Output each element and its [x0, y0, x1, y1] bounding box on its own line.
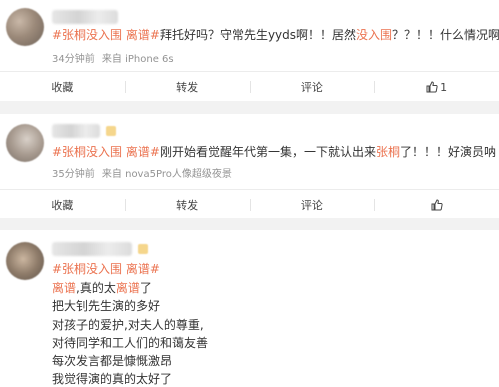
- hashtag-link[interactable]: #张桐没入围 离谱#: [52, 28, 160, 42]
- repost-label: 转发: [176, 81, 199, 94]
- repost-button[interactable]: 转发: [124, 72, 250, 102]
- favorite-button[interactable]: 收藏: [0, 72, 125, 102]
- post-text-line: 每次发言都是慷慨激昂: [52, 354, 173, 368]
- post-text-line: 对待同学和工人们的和蔼友善: [52, 336, 209, 350]
- avatar[interactable]: [6, 124, 44, 162]
- vip-badge-icon: [138, 244, 148, 254]
- post-text-part: ？？！！什么情况啊？？: [392, 28, 499, 42]
- like-button[interactable]: 1: [374, 72, 499, 102]
- post-text: #张桐没入围 离谱#: [52, 260, 491, 278]
- username-blurred[interactable]: [52, 242, 132, 256]
- like-button[interactable]: [374, 190, 499, 220]
- post-time: 34分钟前: [52, 54, 95, 65]
- comment-button[interactable]: 评论: [249, 190, 375, 220]
- post-meta: 35分钟前 来自 nova5Pro人像超级夜景: [52, 165, 236, 180]
- post-text-line: 把大钊先生演的多好: [52, 299, 161, 313]
- favorite-label: 收藏: [51, 199, 74, 212]
- thumbs-up-icon: [431, 199, 443, 211]
- post-text-line: 对孩子的爱护,对夫人的尊重,: [52, 318, 204, 332]
- repost-label: 转发: [176, 199, 199, 212]
- avatar[interactable]: [6, 8, 44, 46]
- like-count: 1: [440, 80, 448, 94]
- keyword-highlight[interactable]: 张桐: [376, 145, 400, 159]
- post-text: #张桐没入围 离谱#拜托好吗？守常先生yyds啊！！居然没入围？？！！什么情况啊…: [52, 26, 499, 44]
- post-source: 来自 iPhone 6s: [101, 54, 174, 65]
- repost-button[interactable]: 转发: [124, 190, 250, 220]
- comment-button[interactable]: 评论: [249, 72, 375, 102]
- post-text-line: 我觉得演的真的太好了: [52, 372, 173, 386]
- post-text-part: 了！！！好演员呐: [399, 145, 496, 159]
- post-source: 来自 nova5Pro人像超级夜景: [101, 169, 232, 180]
- post-text: #张桐没入围 离谱#刚开始看觉醒年代第一集，一下就认出来张桐了！！！好演员呐: [52, 143, 496, 161]
- favorite-button[interactable]: 收藏: [0, 190, 125, 220]
- post-text-part: 刚开始看觉醒年代第一集，一下就认出来: [159, 145, 376, 159]
- hashtag-link[interactable]: #张桐没入围 离谱#: [52, 145, 160, 159]
- post-text-part: 了: [139, 281, 152, 295]
- weibo-feed: #张桐没入围 离谱#拜托好吗？守常先生yyds啊！！居然没入围？？！！什么情况啊…: [0, 0, 499, 387]
- like-group: 1: [426, 81, 447, 94]
- post-text-part: 拜托好吗？守常先生yyds啊！！居然: [159, 28, 357, 42]
- keyword-highlight[interactable]: 没入围: [356, 28, 392, 42]
- post-text-part: ,真的太: [76, 281, 116, 295]
- comment-label: 评论: [300, 199, 323, 212]
- vip-badge-icon: [106, 126, 116, 136]
- post-card: #张桐没入围 离谱#刚开始看觉醒年代第一集，一下就认出来张桐了！！！好演员呐 3…: [0, 114, 499, 218]
- thumbs-up-icon: [426, 81, 438, 93]
- username-blurred[interactable]: [52, 10, 118, 24]
- post-meta: 34分钟前 来自 iPhone 6s: [52, 50, 178, 65]
- action-bar: 收藏 转发 评论 1: [0, 72, 499, 102]
- hashtag-link[interactable]: #张桐没入围 离谱#: [52, 262, 160, 276]
- keyword-highlight[interactable]: 离谱: [116, 281, 140, 295]
- comment-label: 评论: [300, 81, 323, 94]
- action-bar: 收藏 转发 评论: [0, 190, 499, 220]
- avatar[interactable]: [6, 242, 44, 280]
- post-text-line: 离谱,真的太离谱了: [52, 279, 152, 296]
- favorite-label: 收藏: [51, 81, 74, 94]
- post-card: #张桐没入围 离谱# 离谱,真的太离谱了 把大钊先生演的多好 对孩子的爱护,对夫…: [0, 230, 499, 387]
- keyword-highlight[interactable]: 离谱: [52, 281, 76, 295]
- username-blurred[interactable]: [52, 124, 100, 138]
- post-time: 35分钟前: [52, 169, 95, 180]
- post-card: #张桐没入围 离谱#拜托好吗？守常先生yyds啊！！居然没入围？？！！什么情况啊…: [0, 0, 499, 101]
